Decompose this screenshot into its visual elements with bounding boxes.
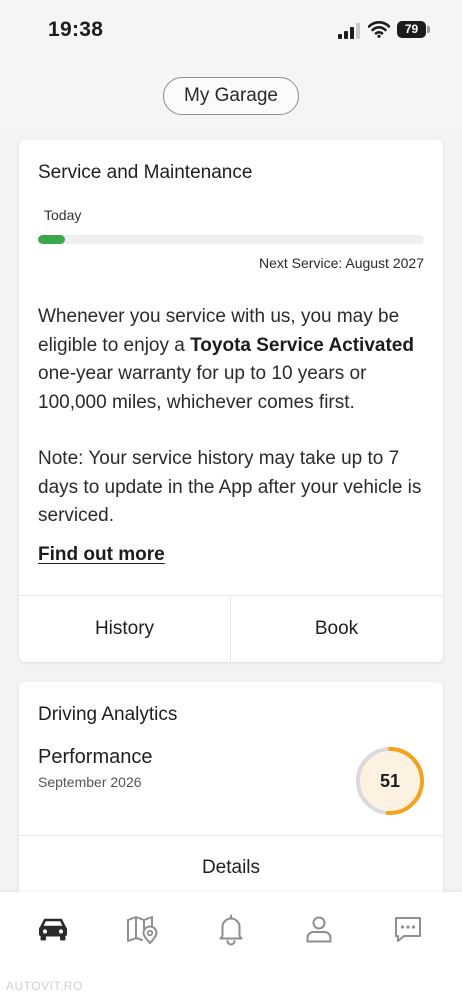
service-card-title: Service and Maintenance: [38, 162, 253, 183]
service-maintenance-card: Service and Maintenance Today Next Servi…: [19, 140, 443, 662]
car-icon: [39, 918, 67, 941]
map-icon: [127, 916, 158, 944]
service-progress-fill: [38, 235, 66, 244]
analytics-card-title: Driving Analytics: [38, 704, 178, 725]
driving-analytics-card: Driving Analytics Performance September …: [19, 682, 443, 900]
book-button[interactable]: Book: [231, 596, 442, 662]
history-button[interactable]: History: [19, 596, 230, 662]
status-bar: 19:38 79: [0, 0, 462, 60]
tab-notifications[interactable]: [214, 912, 248, 946]
wifi-icon: [368, 21, 390, 38]
service-description: Whenever you service with us, you may be…: [38, 303, 430, 417]
performance-label: Performance: [38, 746, 153, 768]
profile-icon: [306, 916, 332, 943]
my-garage-button[interactable]: My Garage: [163, 77, 299, 115]
desc-text-2: one-year warranty for up to 10 years or …: [38, 363, 367, 413]
chat-icon: [395, 917, 421, 942]
performance-score-gauge[interactable]: 51: [354, 745, 426, 817]
next-service-date: Next Service: August 2027: [259, 255, 424, 271]
tab-map[interactable]: [125, 912, 159, 946]
battery-level: 79: [397, 21, 426, 38]
tab-messages[interactable]: [391, 912, 425, 946]
performance-score: 51: [379, 771, 401, 791]
details-button[interactable]: Details: [19, 836, 443, 900]
watermark: AUTOVIT.RO: [6, 979, 83, 993]
find-out-more-link[interactable]: Find out more: [38, 544, 165, 566]
service-progress-bar: [38, 235, 424, 244]
service-note: Note: Your service history may take up t…: [38, 448, 422, 526]
performance-date: September 2026: [38, 774, 142, 790]
desc-bold: Toyota Service Activated: [190, 334, 414, 356]
bell-icon: [219, 914, 243, 946]
tab-car[interactable]: [36, 912, 70, 946]
battery-icon: 79: [397, 21, 431, 38]
cellular-signal-icon: [338, 23, 360, 39]
progress-today-label: Today: [44, 207, 82, 223]
tab-profile[interactable]: [302, 912, 336, 946]
status-time: 19:38: [48, 18, 104, 41]
battery-tip: [427, 26, 430, 33]
